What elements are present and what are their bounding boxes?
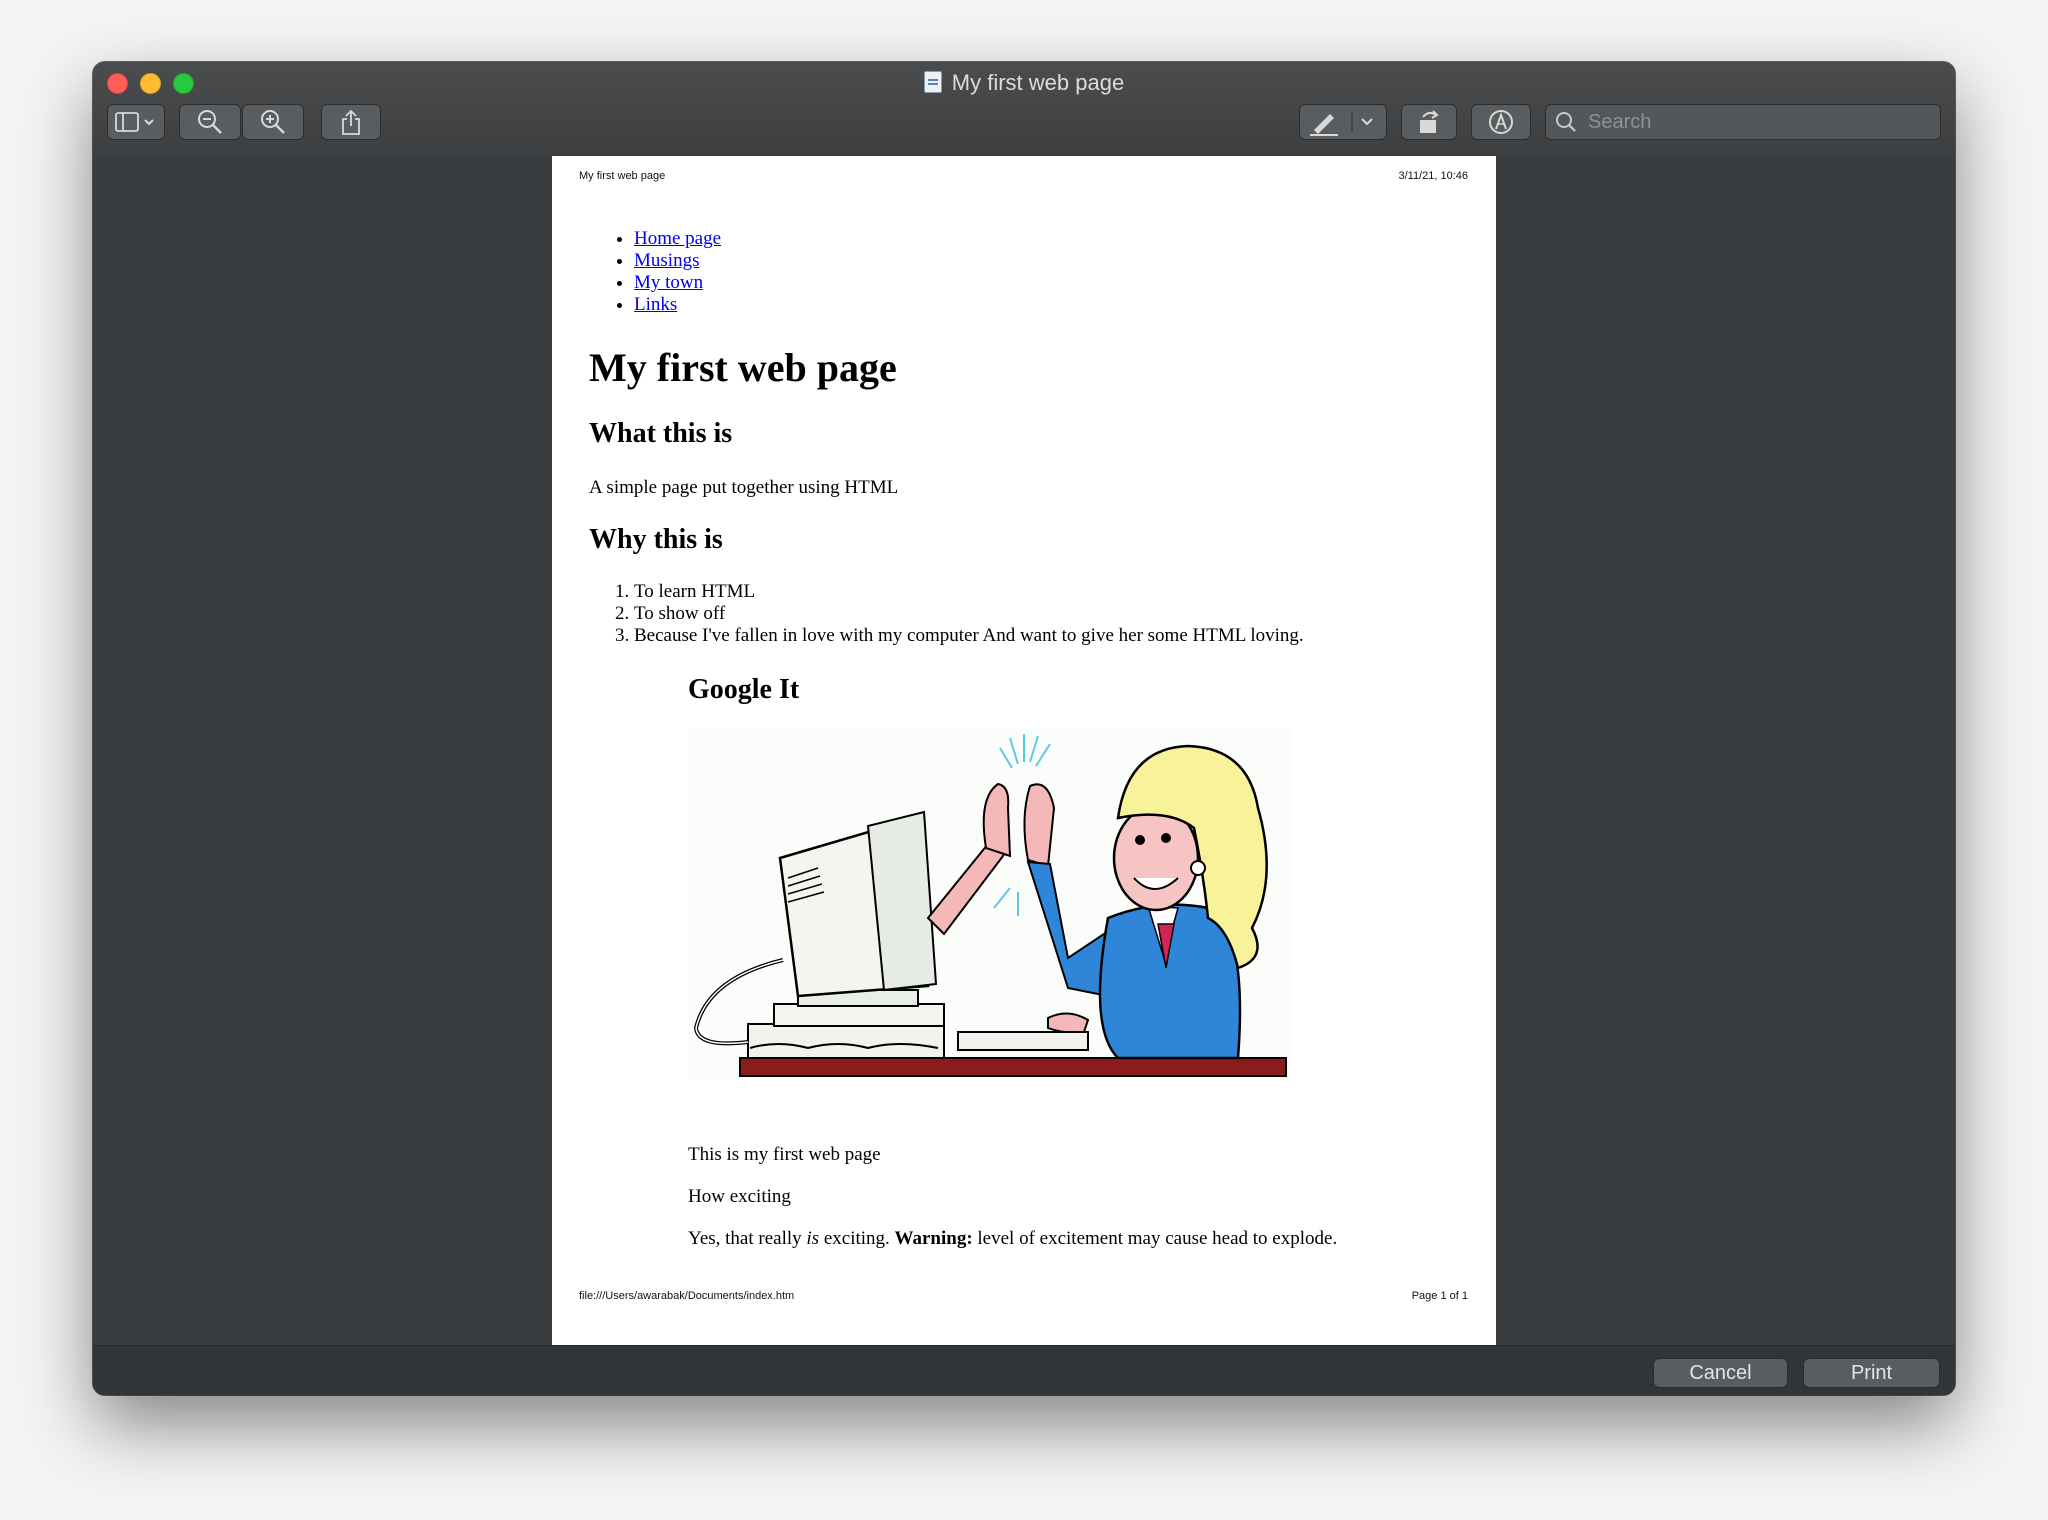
- paragraph-exciting: How exciting: [688, 1186, 791, 1207]
- emphasis-is: is: [806, 1228, 820, 1249]
- rotate-button[interactable]: [1401, 104, 1457, 140]
- print-preview-area: My first web page 3/11/21, 10:46 Home pa…: [93, 154, 1955, 1345]
- zoom-in-icon: [261, 110, 285, 134]
- preview-window: My first web page Search My first web pa…: [93, 62, 1955, 1395]
- print-button[interactable]: Print: [1803, 1358, 1940, 1388]
- nav-list-item: My town: [634, 272, 721, 294]
- print-action-bar: Cancel Print: [93, 1345, 1955, 1395]
- reason-item: To show off: [634, 603, 1304, 625]
- reason-item: To learn HTML: [634, 581, 1304, 603]
- page-header-date: 3/11/21, 10:46: [1398, 170, 1468, 182]
- reasons-list: To learn HTML To show off Because I've f…: [612, 581, 1304, 647]
- sidebar-icon: [115, 112, 154, 132]
- search-icon: [1556, 112, 1576, 132]
- document-icon: [923, 71, 942, 93]
- what-text: A simple page put together using HTML: [589, 477, 899, 498]
- nav-list-item: Links: [634, 294, 721, 316]
- zoom-in-button[interactable]: [242, 104, 304, 140]
- share-icon: [342, 109, 360, 135]
- page-footer-page-number: Page 1 of 1: [1411, 1290, 1468, 1302]
- zoom-out-button[interactable]: [179, 104, 241, 140]
- nav-link-musings[interactable]: Musings: [634, 250, 699, 271]
- nav-list: Home page Musings My town Links: [612, 228, 721, 316]
- reason-item: Because I've fallen in love with my comp…: [634, 625, 1304, 647]
- why-heading: Why this is: [589, 524, 723, 555]
- highlight-button[interactable]: [1299, 104, 1387, 140]
- rotate-icon: [1420, 110, 1439, 133]
- sidebar-toggle-button[interactable]: [107, 104, 165, 140]
- warning-text-end: level of excitement may cause head to ex…: [972, 1228, 1338, 1249]
- search-field[interactable]: [1545, 104, 1941, 140]
- warning-text-mid: exciting.: [819, 1228, 895, 1249]
- nav-list-item: Musings: [634, 250, 721, 272]
- high-five-illustration: [688, 728, 1290, 1080]
- nav-list-item: Home page: [634, 228, 721, 250]
- document-page: My first web page 3/11/21, 10:46 Home pa…: [552, 156, 1496, 1345]
- nav-link-home[interactable]: Home page: [634, 228, 721, 249]
- nav-link-links[interactable]: Links: [634, 294, 677, 315]
- what-heading: What this is: [589, 418, 733, 449]
- warning-text-start: Yes, that really: [688, 1228, 807, 1249]
- cancel-button[interactable]: Cancel: [1653, 1358, 1788, 1388]
- page-header-title: My first web page: [579, 170, 666, 182]
- window-title-text: My first web page: [951, 70, 1125, 95]
- warning-label: Warning:: [894, 1228, 973, 1249]
- nav-link-my-town[interactable]: My town: [634, 272, 703, 293]
- zoom-out-icon: [198, 110, 222, 134]
- search-input[interactable]: [1586, 109, 1930, 135]
- window-title: My first web page: [93, 68, 1955, 98]
- highlighter-icon: [1310, 112, 1373, 136]
- google-heading: Google It: [688, 674, 800, 705]
- page-footer-path: file:///Users/awarabak/Documents/index.h…: [579, 1290, 795, 1302]
- paragraph-first-page: This is my first web page: [688, 1144, 881, 1165]
- page-heading: My first web page: [589, 345, 897, 390]
- title-bar: My first web page: [93, 62, 1955, 155]
- share-button[interactable]: [321, 104, 381, 140]
- paragraph-warning: Yes, that really is exciting. Warning: l…: [688, 1228, 1337, 1250]
- markup-button[interactable]: [1471, 104, 1531, 140]
- markup-icon: [1489, 110, 1513, 134]
